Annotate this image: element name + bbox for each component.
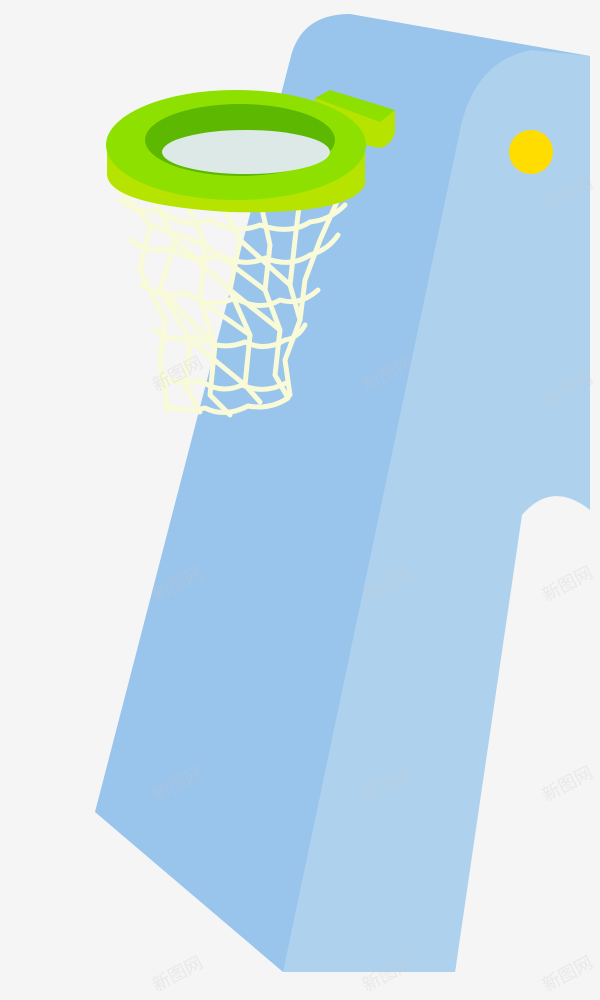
yellow-light-dot [509, 130, 553, 174]
hoop-artwork [95, 14, 590, 972]
basketball-hoop-illustration: 新图网 新图网 新图网 新图网 新图网 新图网 新图网 新图网 新图网 新图网 … [0, 0, 600, 1000]
basketball-rim [106, 90, 395, 213]
rim-hole [162, 130, 330, 174]
